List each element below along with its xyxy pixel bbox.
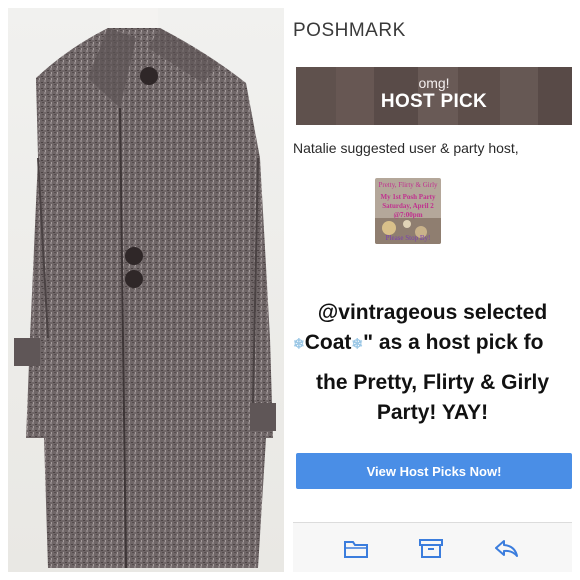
- coat-button: [140, 67, 158, 85]
- party-message: the Pretty, Flirty & Girly Party! YAY!: [293, 368, 572, 428]
- item-name: Coat: [304, 331, 352, 354]
- party-image-text-3: Saturday, April 2: [382, 202, 434, 210]
- coat-shape: [26, 28, 273, 568]
- view-host-picks-button[interactable]: View Host Picks Now!: [296, 453, 572, 489]
- archive-icon[interactable]: [418, 537, 444, 559]
- banner-title: HOST PICK: [380, 91, 488, 112]
- party-invite-image[interactable]: Pretty, Flirty & Girly My 1st Posh Party…: [375, 178, 441, 244]
- party-line-2: Party! YAY!: [376, 401, 489, 424]
- selected-line-2-suffix: " as a host pick fo: [363, 331, 544, 354]
- email-screenshot: POSHMARK omg! HOST PICK Natalie suggeste…: [293, 8, 572, 572]
- brand-logo: POSHMARK: [293, 20, 406, 41]
- party-image-text-1: Pretty, Flirty & Girly: [378, 181, 438, 189]
- banner-subtitle: omg!: [418, 75, 450, 91]
- party-line-1: the Pretty, Flirty & Girly: [316, 371, 549, 394]
- selected-line-1: @vintrageous selected: [317, 301, 548, 324]
- folder-icon[interactable]: [343, 537, 369, 559]
- suggested-text: Natalie suggested user & party host,: [293, 140, 519, 156]
- party-image-text-2: My 1st Posh Party: [380, 193, 436, 201]
- party-image-text-4: @7:00pm: [393, 211, 422, 219]
- host-pick-banner: omg! HOST PICK: [296, 67, 572, 125]
- coat-illustration: [14, 8, 276, 569]
- snowflake-icon: ❄: [293, 335, 305, 352]
- mail-toolbar: [293, 522, 572, 572]
- coat-button: [125, 270, 143, 288]
- host-pick-message: @vintrageous selected ❄Coat❄" as a host …: [293, 298, 572, 358]
- reply-icon[interactable]: [493, 537, 519, 559]
- snowflake-icon: ❄: [351, 335, 364, 352]
- selected-line-2: ❄Coat❄" as a host pick fo: [293, 328, 572, 358]
- coat-button: [125, 247, 143, 265]
- party-image-text-5: Please Stop By!: [386, 234, 431, 242]
- coat-photo: [8, 8, 284, 572]
